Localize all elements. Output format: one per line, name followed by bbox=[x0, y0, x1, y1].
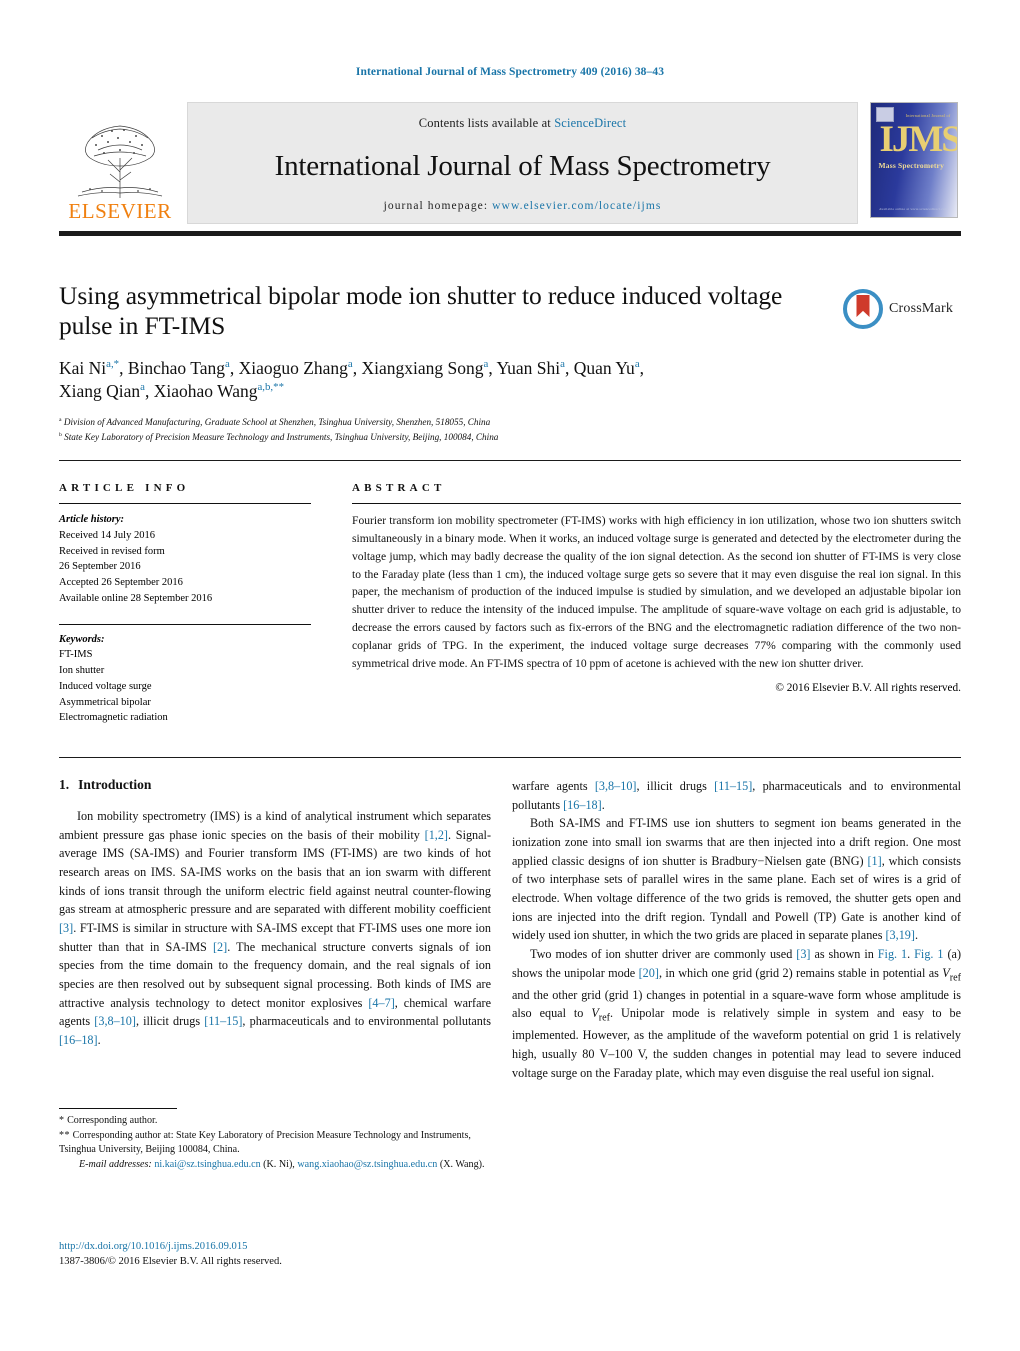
affiliation-a: a Division of Advanced Manufacturing, Gr… bbox=[59, 417, 491, 428]
footnote-emails: E-mail addresses: ni.kai@sz.tsinghua.edu… bbox=[59, 1158, 491, 1173]
keywords-rule bbox=[59, 623, 311, 625]
contents-prefix: Contents lists available at bbox=[418, 116, 555, 130]
abstract-column: ABSTRACT Fourier transform ion mobility … bbox=[352, 482, 961, 694]
history-item: Received 14 July 2016 bbox=[59, 529, 155, 541]
article-history-title: Article history: bbox=[59, 514, 125, 525]
cover-top-label: International Journal of bbox=[905, 113, 951, 118]
history-item: Available online 28 September 2016 bbox=[59, 592, 213, 604]
affiliations: a Division of Advanced Manufacturing, Gr… bbox=[59, 415, 819, 444]
article-history-list: Received 14 July 2016 Received in revise… bbox=[59, 528, 311, 607]
issn-copyright-line: 1387-3806/© 2016 Elsevier B.V. All right… bbox=[59, 1256, 282, 1268]
keywords-title: Keywords: bbox=[59, 633, 105, 645]
contents-available-line: Contents lists available at ScienceDirec… bbox=[419, 116, 627, 131]
abstract-rule bbox=[352, 503, 961, 504]
abstract-text: Fourier transform ion mobility spectrome… bbox=[352, 514, 961, 670]
email-owner-2: (X. Wang). bbox=[439, 1159, 485, 1171]
article-page: International Journal of Mass Spectromet… bbox=[0, 0, 1020, 1351]
elsevier-tree-icon bbox=[68, 112, 172, 200]
author-line-1: Kai Nia,*, Binchao Tanga, Xiaoguo Zhanga… bbox=[59, 358, 645, 379]
body-column-left: 1. Introduction Ion mobility spectrometry… bbox=[59, 777, 491, 1050]
body-column-right: warfare agents [3,8–10], illicit drugs [… bbox=[512, 777, 961, 1082]
section-title: Introduction bbox=[78, 777, 152, 792]
journal-cover: International Journal of IJMS Mass Spect… bbox=[866, 102, 961, 224]
page-title: Using asymmetrical bipolar mode ion shut… bbox=[59, 281, 783, 341]
crossmark-icon bbox=[843, 289, 883, 329]
keyword-item: Asymmetrical bipolar bbox=[59, 696, 151, 708]
section-heading-introduction: 1. Introduction bbox=[59, 777, 491, 793]
author-line-2: Xiang Qiana, Xiaohao Wanga,b,** bbox=[59, 381, 284, 402]
history-item: Accepted 26 September 2016 bbox=[59, 577, 183, 588]
journal-cover-image: International Journal of IJMS Mass Spect… bbox=[869, 102, 958, 218]
masthead-center: Contents lists available at ScienceDirec… bbox=[187, 102, 858, 224]
footnote-corresponding-author-at: ** Corresponding author at: State Key La… bbox=[59, 1129, 471, 1156]
article-info-column: ARTICLE INFO Article history: Received 1… bbox=[59, 482, 311, 726]
keywords-block: Keywords: FT-IMS Ion shutter Induced vol… bbox=[59, 623, 311, 727]
keyword-item: Ion shutter bbox=[59, 665, 105, 676]
sciencedirect-link[interactable]: ScienceDirect bbox=[554, 116, 626, 130]
cover-wordmark: IJMS bbox=[879, 119, 958, 160]
history-item: Received in revised form bbox=[59, 545, 165, 557]
journal-homepage-link[interactable]: www.elsevier.com/locate/ijms bbox=[492, 200, 661, 212]
cover-bottom-label: Available online at www.sciencedirect.co… bbox=[879, 207, 948, 211]
keywords-list: FT-IMS Ion shutter Induced voltage surge… bbox=[59, 647, 311, 726]
masthead-bottom-rule bbox=[59, 231, 961, 236]
history-item: 26 September 2016 bbox=[59, 561, 141, 573]
paragraph-intro-2: Both SA-IMS and FT-IMS use ion shutters … bbox=[512, 816, 961, 943]
doi-block: http://dx.doi.org/10.1016/j.ijms.2016.09… bbox=[59, 1239, 491, 1270]
doi-link[interactable]: http://dx.doi.org/10.1016/j.ijms.2016.09… bbox=[59, 1239, 491, 1254]
email-label: E-mail addresses: bbox=[79, 1159, 152, 1171]
abstract-copyright: © 2016 Elsevier B.V. All rights reserved… bbox=[775, 681, 961, 694]
paragraph-intro-3: Two modes of ion shutter driver are comm… bbox=[512, 946, 962, 1080]
keyword-item: FT-IMS bbox=[59, 649, 93, 661]
running-head: International Journal of Mass Spectromet… bbox=[355, 66, 665, 78]
keyword-item: Electromagnetic radiation bbox=[59, 712, 168, 724]
footnote-block: * Corresponding author. ** Corresponding… bbox=[59, 1108, 491, 1173]
section-number: 1. bbox=[59, 777, 70, 792]
email-link-2[interactable]: wang.xiaohao@sz.tsinghua.edu.cn bbox=[297, 1159, 437, 1170]
article-info-rule bbox=[59, 503, 311, 504]
homepage-prefix: journal homepage: bbox=[383, 200, 493, 212]
crossmark-badge[interactable]: CrossMark bbox=[843, 286, 961, 332]
affiliation-b: b State Key Laboratory of Precision Meas… bbox=[59, 431, 499, 442]
elsevier-logo: ELSEVIER bbox=[59, 102, 181, 224]
journal-homepage-line: journal homepage: www.elsevier.com/locat… bbox=[384, 200, 662, 212]
journal-title: International Journal of Mass Spectromet… bbox=[274, 150, 771, 182]
email-owner-1: (K. Ni), bbox=[263, 1159, 295, 1171]
article-info-heading: ARTICLE INFO bbox=[59, 482, 190, 494]
footnote-corresponding-author: * Corresponding author. bbox=[59, 1115, 158, 1126]
crossmark-label: CrossMark bbox=[889, 301, 954, 316]
footnote-rule bbox=[59, 1108, 177, 1109]
keyword-item: Induced voltage surge bbox=[59, 680, 152, 692]
abstract-heading: ABSTRACT bbox=[352, 482, 446, 494]
paragraph-intro-1-cont: warfare agents [3,8–10], illicit drugs [… bbox=[512, 779, 962, 812]
author-list: Kai Nia,*, Binchao Tanga, Xiaoguo Zhanga… bbox=[59, 357, 819, 403]
journal-masthead: ELSEVIER Contents lists available at Sci… bbox=[59, 102, 961, 224]
title-block: Using asymmetrical bipolar mode ion shut… bbox=[59, 281, 819, 444]
info-top-rule bbox=[59, 460, 961, 461]
paragraph-intro-1: Ion mobility spectrometry (IMS) is a kin… bbox=[59, 809, 491, 1047]
elsevier-wordmark: ELSEVIER bbox=[68, 199, 172, 223]
email-link-1[interactable]: ni.kai@sz.tsinghua.edu.cn bbox=[154, 1159, 260, 1170]
abstract-bottom-rule bbox=[59, 757, 961, 758]
cover-subtitle: Mass Spectrometry bbox=[878, 161, 945, 170]
